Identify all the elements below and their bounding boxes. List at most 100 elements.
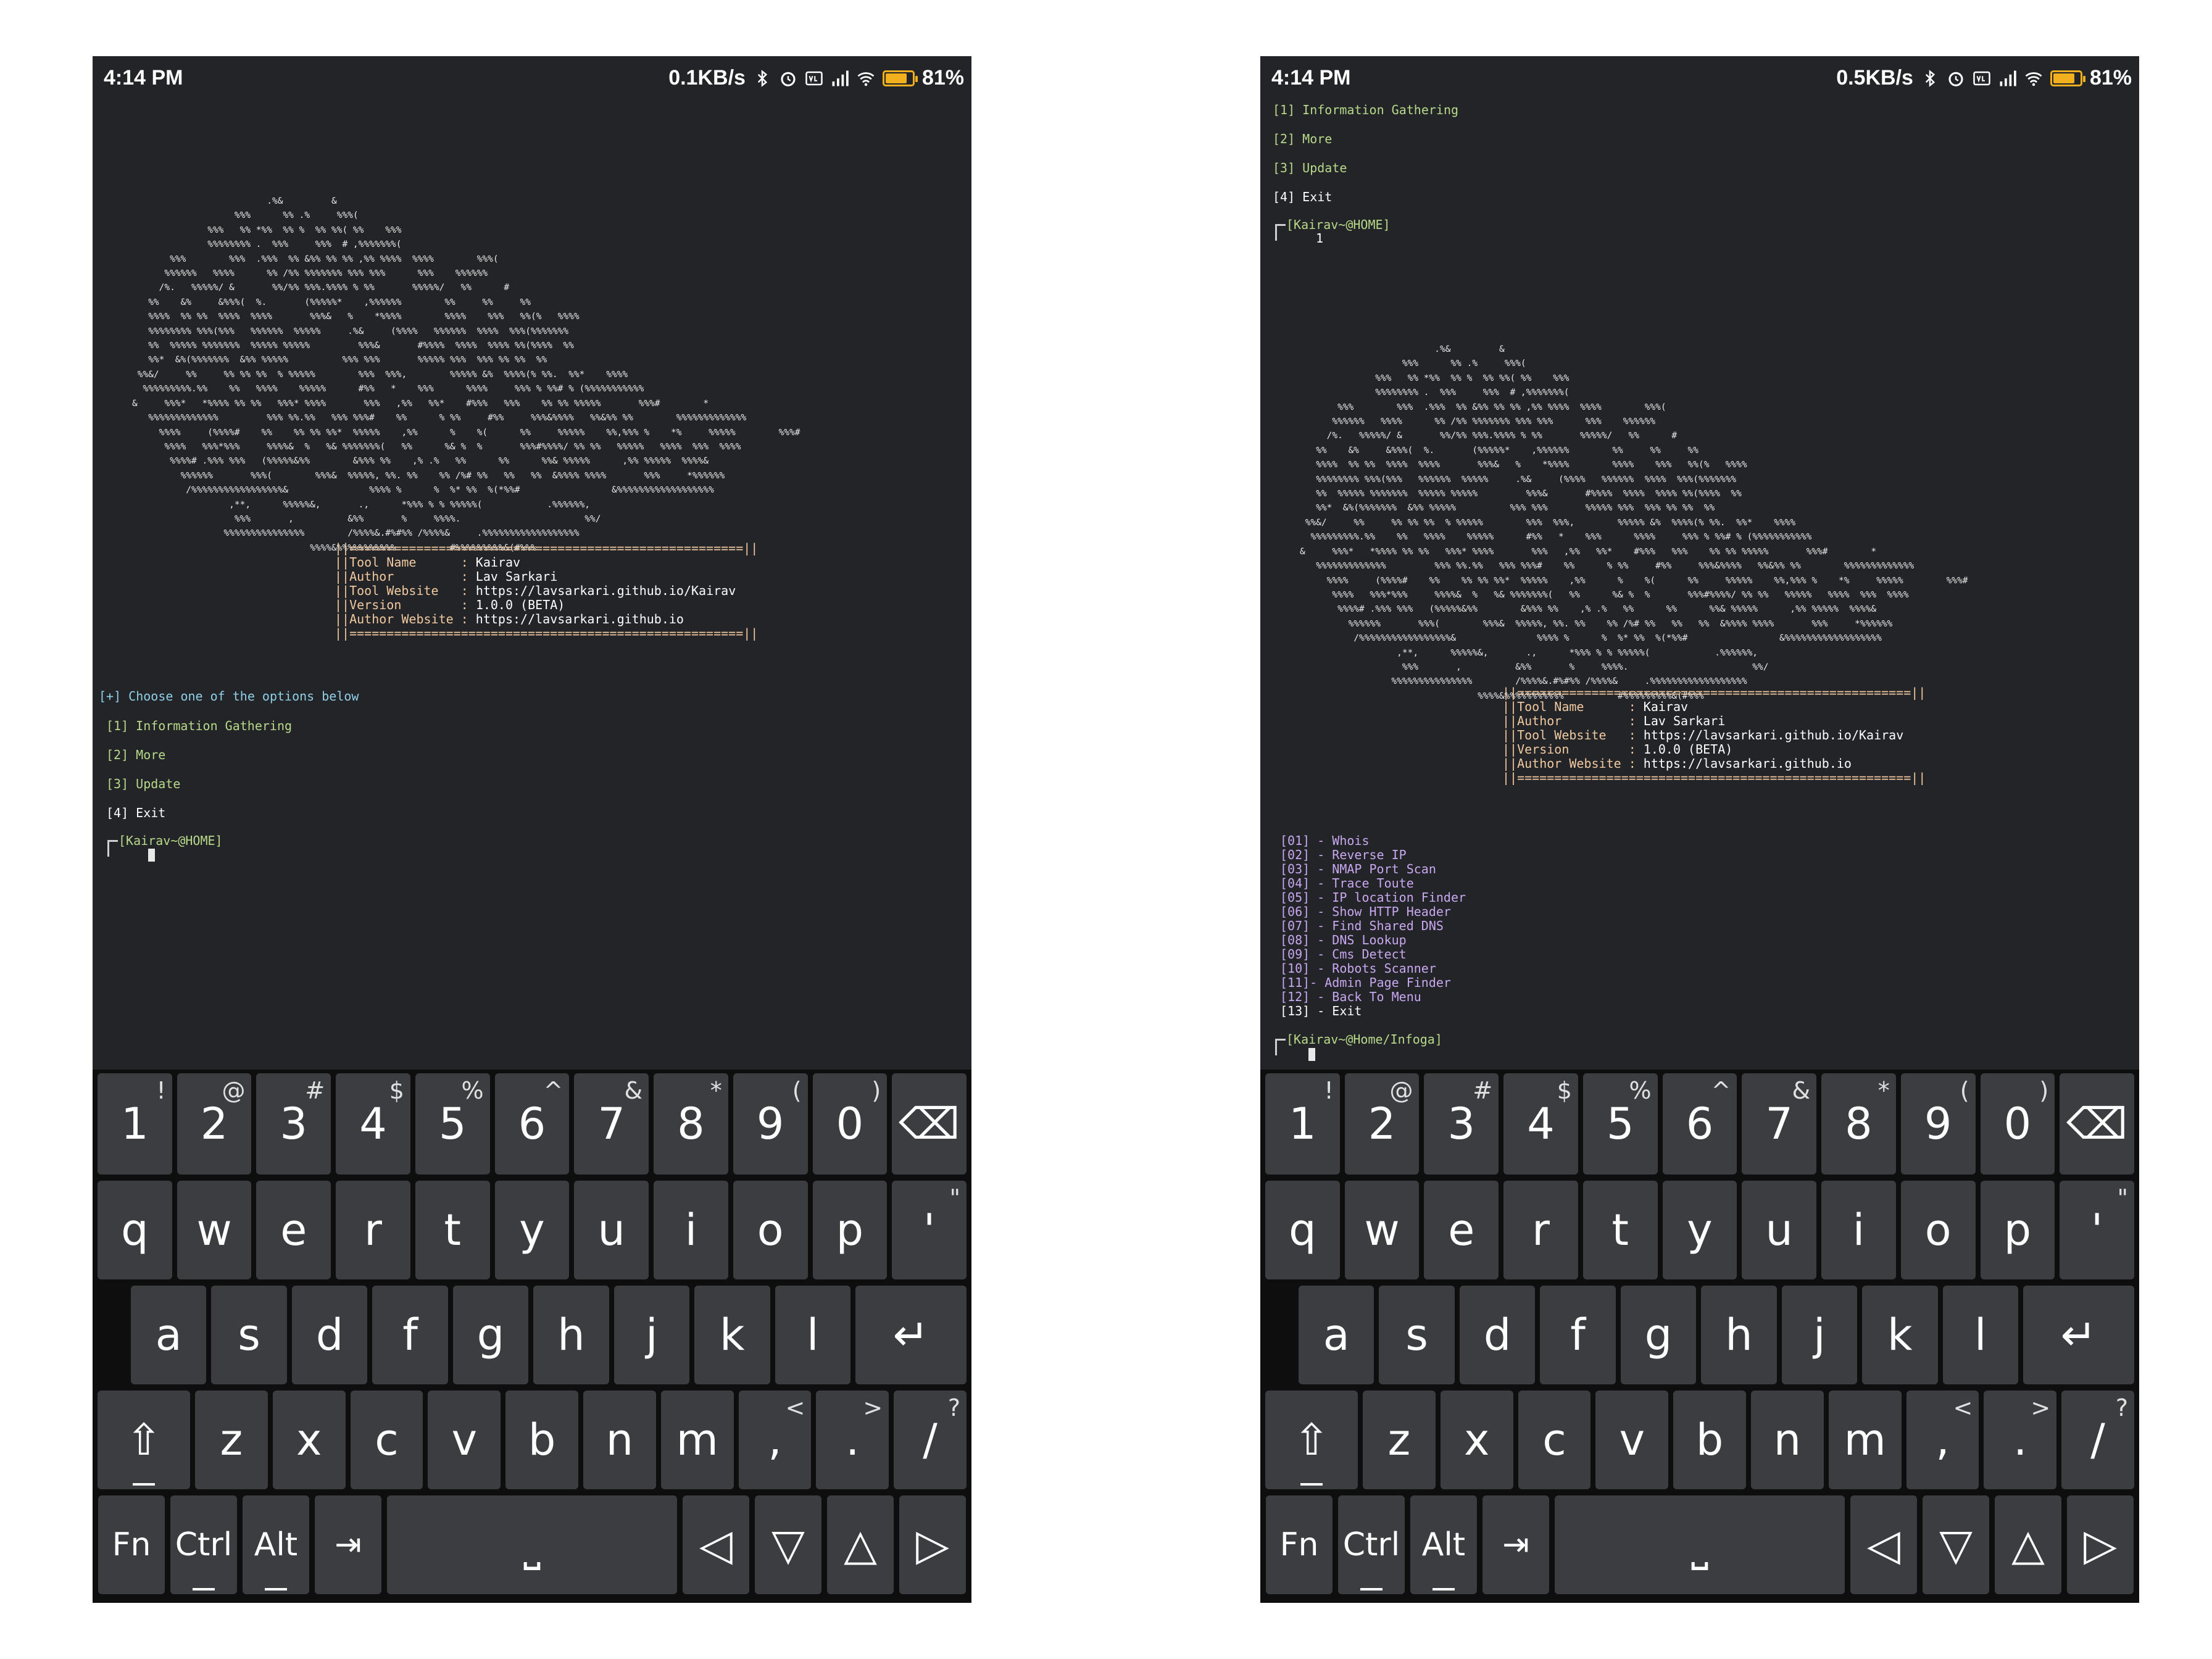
key-8[interactable]: 8 * [1821, 1073, 1896, 1175]
arrow-down-key[interactable]: ▽ [755, 1495, 821, 1594]
key-2[interactable]: 2 @ [1344, 1073, 1420, 1175]
key-d[interactable]: d [1459, 1286, 1536, 1384]
key-a[interactable]: a [131, 1286, 207, 1384]
space-key[interactable]: ⎵ [1555, 1495, 1845, 1594]
key-l[interactable]: l [775, 1286, 850, 1384]
key-g[interactable]: g [1620, 1286, 1697, 1384]
key-symbol[interactable]: , < [738, 1391, 812, 1489]
key-a[interactable]: a [1299, 1286, 1374, 1384]
key-symbol[interactable]: ' " [2060, 1181, 2134, 1279]
key-n[interactable]: n [583, 1391, 656, 1489]
key-i[interactable]: i [1821, 1181, 1896, 1279]
key-t[interactable]: t [1582, 1181, 1658, 1279]
key-g[interactable]: g [452, 1286, 529, 1384]
backspace-key[interactable]: ⌫ [2060, 1073, 2134, 1175]
key-i[interactable]: i [654, 1181, 728, 1279]
key-symbol[interactable]: /? [2061, 1391, 2134, 1489]
key-0[interactable]: 0) [1980, 1073, 2055, 1175]
key-3[interactable]: 3 # [1424, 1073, 1499, 1175]
key-p[interactable]: p [1980, 1181, 2055, 1279]
terminal-output[interactable]: .%& & %%% %% .% %%%( %%% %% *%% %% % %% … [93, 102, 971, 1070]
key-3[interactable]: 3 # [256, 1073, 331, 1175]
key-e[interactable]: e [256, 1181, 331, 1279]
key-u[interactable]: u [1742, 1181, 1817, 1279]
key-u[interactable]: u [574, 1181, 649, 1279]
key-j[interactable]: j [613, 1286, 690, 1384]
key-7[interactable]: 7 & [1742, 1073, 1817, 1175]
key-j[interactable]: j [1781, 1286, 1858, 1384]
key-b[interactable]: b [1673, 1391, 1746, 1489]
key-4[interactable]: 4 $ [336, 1073, 410, 1175]
input-line[interactable] [1308, 1047, 1315, 1061]
key-7[interactable]: 7 & [574, 1073, 649, 1175]
key-f[interactable]: f [1540, 1286, 1616, 1384]
key-5[interactable]: 5% [1582, 1073, 1658, 1175]
key-1[interactable]: 1! [98, 1073, 172, 1175]
key-v[interactable]: v [1595, 1391, 1669, 1489]
key-h[interactable]: h [533, 1286, 609, 1384]
key-h[interactable]: h [1701, 1286, 1777, 1384]
shift-key[interactable]: ⇧ [1265, 1391, 1358, 1489]
key-r[interactable]: r [336, 1181, 410, 1279]
key-5[interactable]: 5% [415, 1073, 490, 1175]
enter-key[interactable]: ↵ [2023, 1286, 2134, 1384]
key-4[interactable]: 4 $ [1503, 1073, 1578, 1175]
key-symbol[interactable]: . > [816, 1391, 889, 1489]
key-k[interactable]: k [694, 1286, 770, 1384]
key-m[interactable]: m [660, 1391, 734, 1489]
key-9[interactable]: 9( [1900, 1073, 1976, 1175]
key-symbol[interactable]: , < [1906, 1391, 1979, 1489]
alt-key[interactable]: Alt [243, 1495, 309, 1594]
arrow-right-key[interactable]: ▷ [2067, 1495, 2134, 1594]
tab-key[interactable]: ⇥ [315, 1495, 381, 1594]
key-n[interactable]: n [1751, 1391, 1824, 1489]
input-line[interactable] [148, 847, 155, 862]
key-symbol[interactable]: ' " [892, 1181, 967, 1279]
key-9[interactable]: 9( [733, 1073, 808, 1175]
key-symbol[interactable]: . > [1984, 1391, 2057, 1489]
ctrl-key[interactable]: Ctrl [1338, 1495, 1405, 1594]
arrow-left-key[interactable]: ◁ [683, 1495, 749, 1594]
key-symbol[interactable]: /? [894, 1391, 967, 1489]
backspace-key[interactable]: ⌫ [892, 1073, 967, 1175]
key-k[interactable]: k [1862, 1286, 1938, 1384]
terminal-output[interactable]: [1] Information Gathering [2] More [3] U… [1260, 102, 2139, 1070]
key-6[interactable]: 6 ^ [494, 1073, 570, 1175]
key-s[interactable]: s [211, 1286, 287, 1384]
key-o[interactable]: o [733, 1181, 808, 1279]
arrow-up-key[interactable]: △ [1995, 1495, 2061, 1594]
ctrl-key[interactable]: Ctrl [170, 1495, 237, 1594]
key-r[interactable]: r [1503, 1181, 1578, 1279]
arrow-right-key[interactable]: ▷ [899, 1495, 966, 1594]
alt-key[interactable]: Alt [1410, 1495, 1477, 1594]
arrow-left-key[interactable]: ◁ [1850, 1495, 1917, 1594]
key-c[interactable]: c [1518, 1391, 1591, 1489]
key-l[interactable]: l [1942, 1286, 2018, 1384]
key-2[interactable]: 2 @ [177, 1073, 252, 1175]
key-z[interactable]: z [1363, 1391, 1436, 1489]
key-e[interactable]: e [1424, 1181, 1499, 1279]
arrow-down-key[interactable]: ▽ [1923, 1495, 1989, 1594]
enter-key[interactable]: ↵ [855, 1286, 967, 1384]
key-d[interactable]: d [291, 1286, 368, 1384]
key-p[interactable]: p [812, 1181, 888, 1279]
key-w[interactable]: w [177, 1181, 252, 1279]
key-f[interactable]: f [372, 1286, 448, 1384]
fn-key[interactable]: Fn [1266, 1495, 1333, 1594]
key-1[interactable]: 1! [1265, 1073, 1340, 1175]
key-z[interactable]: z [195, 1391, 268, 1489]
arrow-up-key[interactable]: △ [827, 1495, 894, 1594]
space-key[interactable]: ⎵ [387, 1495, 677, 1594]
shift-key[interactable]: ⇧ [98, 1391, 190, 1489]
key-v[interactable]: v [428, 1391, 501, 1489]
key-x[interactable]: x [272, 1391, 346, 1489]
key-c[interactable]: c [350, 1391, 423, 1489]
key-6[interactable]: 6 ^ [1662, 1073, 1737, 1175]
key-0[interactable]: 0) [812, 1073, 888, 1175]
fn-key[interactable]: Fn [98, 1495, 165, 1594]
key-x[interactable]: x [1440, 1391, 1513, 1489]
key-s[interactable]: s [1379, 1286, 1455, 1384]
key-8[interactable]: 8 * [654, 1073, 728, 1175]
key-y[interactable]: y [494, 1181, 570, 1279]
key-b[interactable]: b [505, 1391, 578, 1489]
